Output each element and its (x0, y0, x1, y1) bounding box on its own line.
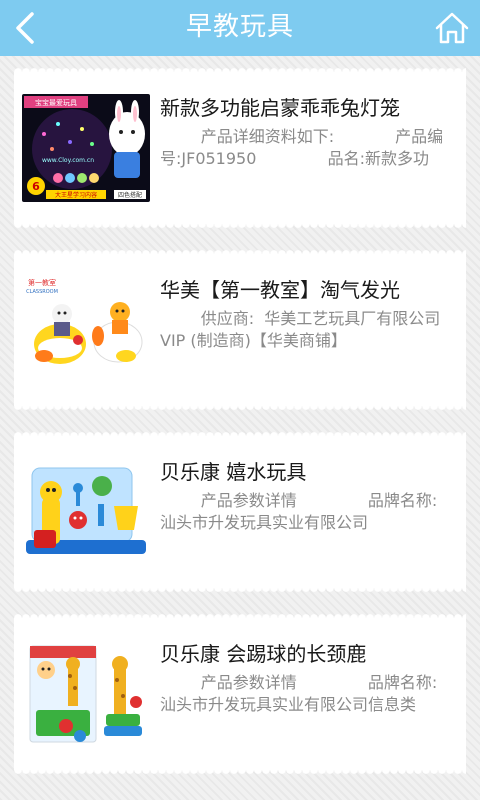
giraffe-toy-image (22, 640, 150, 748)
card-edge (14, 610, 466, 618)
card-edge (14, 588, 466, 596)
product-card[interactable]: 第一教室 CLASSROOM 华美【第一教室】淘气发光 供应商: 华美工艺玩具厂… (14, 246, 466, 414)
image-tag-text: 四色搭配 (118, 191, 142, 199)
card-edge (14, 428, 466, 436)
image-strip-text: 大王星学习内容 (55, 191, 97, 199)
product-image: 宝宝最爱玩具 www.Cloy.com.cn 6 大王星学习内容 四色搭配 (22, 94, 150, 202)
product-description: 产品参数详情 品牌名称:汕头市升发玩具实业有限公司信息类 (160, 673, 438, 714)
image-logo-text: 第一教室 (28, 278, 56, 287)
card-edge (14, 64, 466, 72)
product-image (22, 640, 150, 748)
product-description: 产品详细资料如下: 产品编号:JF051950 品名:新款多功 (160, 127, 444, 168)
product-title[interactable]: 新款多功能启蒙乖乖兔灯笼 (160, 92, 460, 121)
product-title[interactable]: 贝乐康 会踢球的长颈鹿 (160, 638, 460, 667)
duck-toy-image: 第一教室 CLASSROOM (22, 276, 150, 384)
home-icon (435, 12, 469, 44)
product-image: 第一教室 CLASSROOM (22, 276, 150, 384)
top-bar: 早教玩具 (0, 0, 480, 56)
product-card[interactable]: 贝乐康 嬉水玩具 产品参数详情 品牌名称:汕头市升发玩具实业有限公司 (14, 428, 466, 596)
card-edge (14, 406, 466, 414)
image-site-text: www.Cloy.com.cn (42, 157, 94, 164)
image-badge-text: 6 (32, 180, 40, 193)
product-title[interactable]: 华美【第一教室】淘气发光 (160, 274, 460, 303)
card-edge (14, 224, 466, 232)
product-image (22, 458, 150, 566)
page-title: 早教玩具 (185, 12, 294, 42)
product-card[interactable]: 贝乐康 会踢球的长颈鹿 产品参数详情 品牌名称:汕头市升发玩具实业有限公司信息类 (14, 610, 466, 778)
card-edge (14, 770, 466, 778)
image-banner-text: 宝宝最爱玩具 (35, 98, 77, 107)
product-title[interactable]: 贝乐康 嬉水玩具 (160, 456, 460, 485)
card-edge (14, 246, 466, 254)
product-description: 供应商: 华美工艺玩具厂有限公司VIP (制造商)【华美商铺】 (160, 309, 441, 350)
home-button[interactable] (434, 10, 470, 46)
water-toy-image (22, 458, 150, 566)
product-card[interactable]: 宝宝最爱玩具 www.Cloy.com.cn 6 大王星学习内容 四色搭配 新款… (14, 64, 466, 232)
lantern-toy-image: 宝宝最爱玩具 www.Cloy.com.cn 6 大王星学习内容 四色搭配 (22, 94, 150, 202)
image-logo-sub: CLASSROOM (26, 289, 58, 295)
product-description: 产品参数详情 品牌名称:汕头市升发玩具实业有限公司 (160, 491, 438, 532)
